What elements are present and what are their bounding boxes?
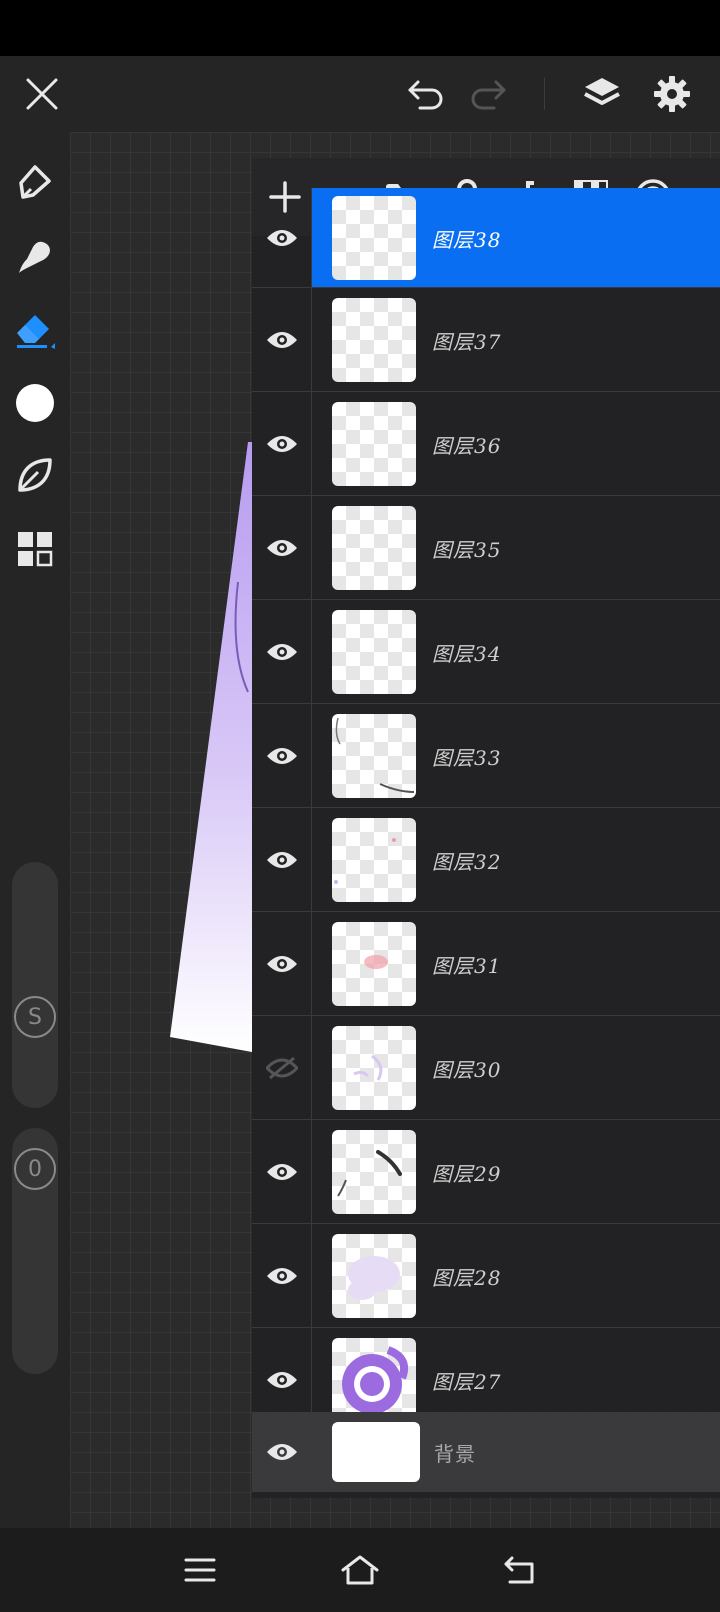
layer-row[interactable]: 图层30 [252, 1016, 720, 1120]
layer-row[interactable]: 图层37 [252, 288, 720, 392]
layer-thumbnail [332, 506, 416, 590]
layer-thumbnail [332, 818, 416, 902]
smudge-icon[interactable] [10, 232, 60, 282]
left-toolbar: S 0 [0, 132, 70, 1528]
layer-name: 图层31 [432, 954, 502, 978]
close-icon[interactable] [18, 70, 66, 118]
pen-icon[interactable] [10, 158, 60, 208]
layer-row[interactable]: 图层34 [252, 600, 720, 704]
layer-name: 图层36 [432, 434, 502, 458]
color-dot-icon[interactable] [10, 378, 60, 428]
layer-thumbnail [332, 1234, 416, 1318]
system-navbar [0, 1528, 720, 1612]
visibility-toggle[interactable] [252, 912, 312, 1015]
opacity-slider[interactable]: 0 [12, 1128, 58, 1374]
layer-name: 图层37 [432, 330, 502, 354]
gear-icon[interactable] [648, 70, 696, 118]
layer-name: 图层28 [432, 1266, 502, 1290]
layer-thumbnail [332, 610, 416, 694]
background-layer-row[interactable]: 背景 [252, 1412, 720, 1492]
layer-name: 图层30 [432, 1058, 502, 1082]
home-icon[interactable] [336, 1546, 384, 1594]
layer-thumbnail [332, 402, 416, 486]
visibility-toggle[interactable] [252, 188, 312, 287]
layer-name: 图层33 [432, 746, 502, 770]
layer-thumbnail [332, 196, 416, 280]
back-icon[interactable] [496, 1546, 544, 1594]
status-bar [0, 0, 720, 56]
size-slider-label: S [14, 996, 56, 1038]
visibility-toggle[interactable] [252, 1016, 312, 1119]
top-toolbar [0, 56, 720, 132]
layer-row[interactable]: 图层38 [252, 188, 720, 288]
layer-row[interactable]: 图层28 [252, 1224, 720, 1328]
layer-name: 图层35 [432, 538, 502, 562]
layer-name: 图层34 [432, 642, 502, 666]
layers-icon[interactable] [578, 70, 626, 118]
visibility-toggle[interactable] [252, 1412, 312, 1492]
visibility-toggle[interactable] [252, 288, 312, 391]
visibility-toggle[interactable] [252, 808, 312, 911]
layer-name: 图层32 [432, 850, 502, 874]
layer-name: 图层27 [432, 1370, 502, 1394]
visibility-toggle[interactable] [252, 496, 312, 599]
background-thumbnail [332, 1422, 420, 1482]
layer-row[interactable]: 图层31 [252, 912, 720, 1016]
layer-row[interactable]: 图层36 [252, 392, 720, 496]
brush-size-slider[interactable]: S [12, 862, 58, 1108]
layer-row[interactable]: 图层33 [252, 704, 720, 808]
redo-icon[interactable] [464, 70, 512, 118]
visibility-toggle[interactable] [252, 704, 312, 807]
layer-thumbnail [332, 1130, 416, 1214]
layer-row[interactable]: 图层32 [252, 808, 720, 912]
layer-thumbnail [332, 1026, 416, 1110]
visibility-toggle[interactable] [252, 392, 312, 495]
undo-icon[interactable] [402, 70, 450, 118]
visibility-toggle[interactable] [252, 600, 312, 703]
opacity-slider-label: 0 [14, 1148, 56, 1190]
layer-thumbnail [332, 922, 416, 1006]
visibility-toggle[interactable] [252, 1120, 312, 1223]
leaf-icon[interactable] [10, 450, 60, 500]
toolbar-divider [544, 78, 545, 110]
layer-row[interactable]: 图层35 [252, 496, 720, 600]
eraser-icon[interactable] [10, 304, 60, 354]
menu-icon[interactable] [176, 1546, 224, 1594]
visibility-toggle[interactable] [252, 1224, 312, 1327]
layer-name: 图层38 [432, 228, 502, 252]
layer-thumbnail [332, 298, 416, 382]
grid-icon[interactable] [10, 524, 60, 574]
background-layer-name: 背景 [434, 1442, 476, 1466]
layer-name: 图层29 [432, 1162, 502, 1186]
layer-panel: 图层38 图层37 图层36 图层35 图层34 图层33 图层32 图层31 … [252, 158, 720, 1498]
layer-thumbnail [332, 1338, 416, 1422]
layer-row[interactable]: 图层29 [252, 1120, 720, 1224]
layer-thumbnail [332, 714, 416, 798]
